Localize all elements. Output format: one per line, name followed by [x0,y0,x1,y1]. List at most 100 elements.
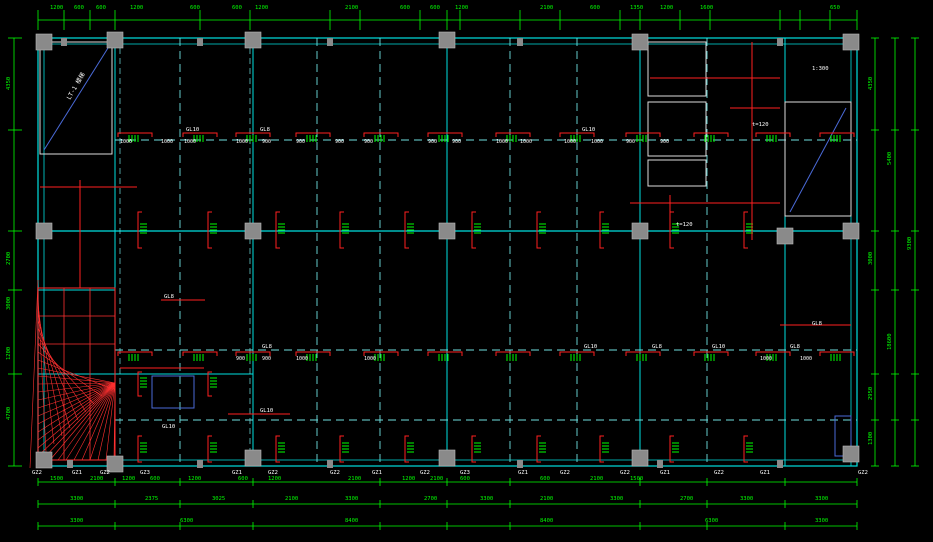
stair-diagonal [43,47,109,151]
rebar-value-label: 1000 [564,139,576,145]
bottom-dim-label: 2700 [424,496,437,502]
column-label: GZ3 [140,470,150,476]
top-dim-label: 600 [430,5,440,11]
stair-label: LT-1 楼梯 [65,71,87,101]
bottom-dim-label: 1500 [50,476,63,482]
rebar-value-label: 900 [452,139,461,145]
bottom-dim-label: 600 [238,476,248,482]
beam-label: GL10 [584,344,597,350]
hatch-line [37,382,116,449]
hatch-line [29,279,39,469]
top-dim-label: 1200 [50,5,63,11]
small-column [517,460,523,468]
right-dim-label: 9300 [907,237,913,250]
bottom-dim-label: 3300 [740,496,753,502]
bottom-dim-label: 3300 [345,496,358,502]
column [631,222,649,240]
rebar-value-label: 900 [660,139,669,145]
top-dim-label: 1200 [130,5,143,11]
top-dim-label: 1200 [255,5,268,11]
rebar-value-label: 900 [262,139,271,145]
column-label: GZ2 [560,470,570,476]
bottom-dim-label: 2100 [430,476,443,482]
top-dim-label: 600 [590,5,600,11]
column [438,31,456,49]
column-label: GZ2 [32,470,42,476]
beam-label: GL10 [260,408,273,414]
small-opening [151,375,195,409]
rebar-value-label: 1000 [520,139,532,145]
bottom-dim-label: 1200 [122,476,135,482]
bottom-dim-label: 1500 [630,476,643,482]
rebar-value-label: 900 [364,139,373,145]
bottom-dim-label: 1200 [402,476,415,482]
top-dim-label: 600 [96,5,106,11]
column-label: GZ1 [372,470,382,476]
hatch-line [37,375,116,384]
hatch-line [49,382,116,461]
rebar-value-label: 900 [428,139,437,145]
bottom-dim-label: 8400 [345,518,358,524]
column-label: GZ1 [232,470,242,476]
rebar-value-label: 900 [236,356,245,362]
shaft-opening [647,41,707,97]
left-dim-label: 1200 [6,347,12,360]
small-column [777,460,783,468]
beam-label: GL8 [812,321,822,327]
column [631,33,649,51]
right-dim-label: 4350 [868,77,874,90]
top-dim-label: 1200 [660,5,673,11]
bottom-dim-label: 2100 [590,476,603,482]
bottom-dim-label: 3300 [815,496,828,502]
beam-lines [115,38,857,466]
column [631,449,649,467]
top-dim-label: 650 [830,5,840,11]
column-label: GZ2 [268,470,278,476]
rebar-value-label: 900 [296,139,305,145]
stair-openings [39,41,852,457]
bottom-dim-label: 2100 [285,496,298,502]
left-dim-label: 4700 [6,407,12,420]
column-label: GZ2 [714,470,724,476]
column-label: GZ3 [460,470,470,476]
column [776,227,794,245]
small-column [61,38,67,46]
rebar-value-label: 1000 [364,356,376,362]
small-column [657,460,663,468]
note-label: 1:300 [812,66,829,72]
column-label: GZ1 [72,470,82,476]
rebar-value-label: 900 [626,139,635,145]
beam-label: GL8 [260,127,270,133]
bottom-dim-label: 3300 [70,496,83,502]
beam-label: GL8 [652,344,662,350]
right-dim-label: 18600 [887,333,893,350]
bottom-dim-label: 1200 [188,476,201,482]
small-column [67,460,73,468]
top-dim-label: 2100 [345,5,358,11]
top-dim-label: 600 [74,5,84,11]
bottom-dim-label: 600 [460,476,470,482]
rebar-value-label: 900 [262,356,271,362]
right-dim-label: 2950 [868,387,874,400]
column [244,449,262,467]
bottom-dim-label: 3300 [70,518,83,524]
column-label: GZ2 [858,470,868,476]
bottom-dim-label: 3300 [815,518,828,524]
hatch-line [37,382,116,385]
column-label: GZ2 [620,470,630,476]
left-dim-label: 3000 [6,297,12,310]
bottom-dim-label: 2375 [145,496,158,502]
right-dim-label: 1300 [868,432,874,445]
hatch-line [37,382,116,417]
column [842,33,860,51]
left-dim-label: 2700 [6,252,12,265]
stair-diagonal [789,107,847,213]
bottom-dim-label: 8400 [540,518,553,524]
shaft-opening [647,101,707,157]
rebar-value-label: 1000 [591,139,603,145]
rebar-value-label: 1000 [161,139,173,145]
hatch-line [37,367,116,384]
small-column [197,460,203,468]
bottom-dim-label: 2100 [348,476,361,482]
column-label: GZ1 [660,470,670,476]
